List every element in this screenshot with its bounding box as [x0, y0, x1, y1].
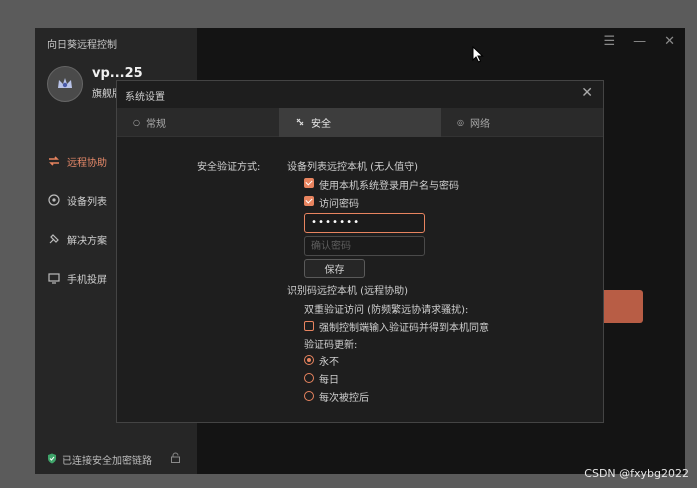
verify-method-label: 安全验证方式:: [197, 162, 261, 173]
settings-dialog: 系统设置 ✕ ○ 常规 安全 ◎ 网络 安全验证方式: 设备列表远控本机 (无人…: [116, 80, 604, 423]
lock-icon[interactable]: [170, 452, 181, 466]
use-system-login-label: 使用本机系统登录用户名与密码: [319, 181, 459, 192]
confirm-password-input[interactable]: [304, 236, 425, 256]
dialog-title: 系统设置: [125, 92, 165, 103]
force-verify-label: 强制控制端输入验证码并得到本机同意: [319, 323, 489, 334]
crown-icon: [58, 78, 72, 88]
use-system-login-checkbox[interactable]: [304, 178, 314, 188]
solution-icon: [47, 232, 61, 246]
radio-label: 永不: [319, 357, 339, 368]
radio-label: 每次被控后: [319, 393, 369, 404]
radio-label: 每日: [319, 375, 339, 386]
general-icon: ○: [133, 118, 140, 127]
access-password-checkbox[interactable]: [304, 196, 314, 206]
network-icon: ◎: [457, 118, 464, 127]
connection-status: 已连接安全加密链路: [47, 452, 152, 467]
window-controls: ☰ — ✕: [603, 34, 675, 49]
device-list-section-title: 设备列表远控本机 (无人值守): [287, 162, 418, 173]
sidebar-item-label: 解决方案: [67, 235, 107, 247]
status-text: 已连接安全加密链路: [62, 456, 152, 467]
access-password-label: 访问密码: [319, 199, 359, 210]
force-verify-checkbox[interactable]: [304, 321, 314, 331]
sidebar-item-label: 远程协助: [67, 157, 107, 169]
minimize-icon[interactable]: —: [633, 34, 646, 49]
user-name: vp...25: [92, 66, 143, 81]
dialog-close-icon[interactable]: ✕: [581, 85, 593, 101]
dialog-tabs: ○ 常规 安全 ◎ 网络: [117, 108, 603, 137]
app-title: 向日葵远程控制: [47, 40, 117, 51]
tab-label: 安全: [311, 119, 331, 130]
tab-label: 常规: [145, 119, 166, 130]
code-update-after-control-radio[interactable]: [304, 391, 314, 401]
mouse-cursor-icon: [472, 46, 484, 63]
screen-cast-icon: [47, 271, 61, 285]
tab-label: 网络: [469, 119, 490, 130]
close-icon[interactable]: ✕: [664, 34, 675, 49]
avatar[interactable]: [47, 66, 83, 102]
sidebar-item-label: 设备列表: [67, 196, 107, 208]
tab-network[interactable]: ◎ 网络: [441, 108, 603, 137]
sidebar-item-label: 手机投屏: [67, 274, 107, 286]
watermark: CSDN @fxybg2022: [584, 467, 689, 480]
security-icon: [295, 117, 305, 129]
recog-section-title: 识别码远控本机 (远程协助): [287, 286, 408, 297]
shield-icon: [47, 453, 57, 467]
save-button[interactable]: 保存: [304, 259, 365, 278]
device-list-icon: [47, 193, 61, 207]
code-update-daily-radio[interactable]: [304, 373, 314, 383]
code-update-label: 验证码更新:: [304, 340, 358, 351]
code-update-never-radio[interactable]: [304, 355, 314, 365]
two-factor-label: 双重验证访问 (防频繁远协请求骚扰):: [304, 305, 469, 316]
tab-general[interactable]: ○ 常规: [117, 108, 279, 137]
menu-icon[interactable]: ☰: [603, 34, 615, 49]
remote-assist-icon: [47, 154, 61, 168]
tab-security[interactable]: 安全: [279, 108, 441, 137]
password-input[interactable]: •••••••: [304, 213, 425, 233]
